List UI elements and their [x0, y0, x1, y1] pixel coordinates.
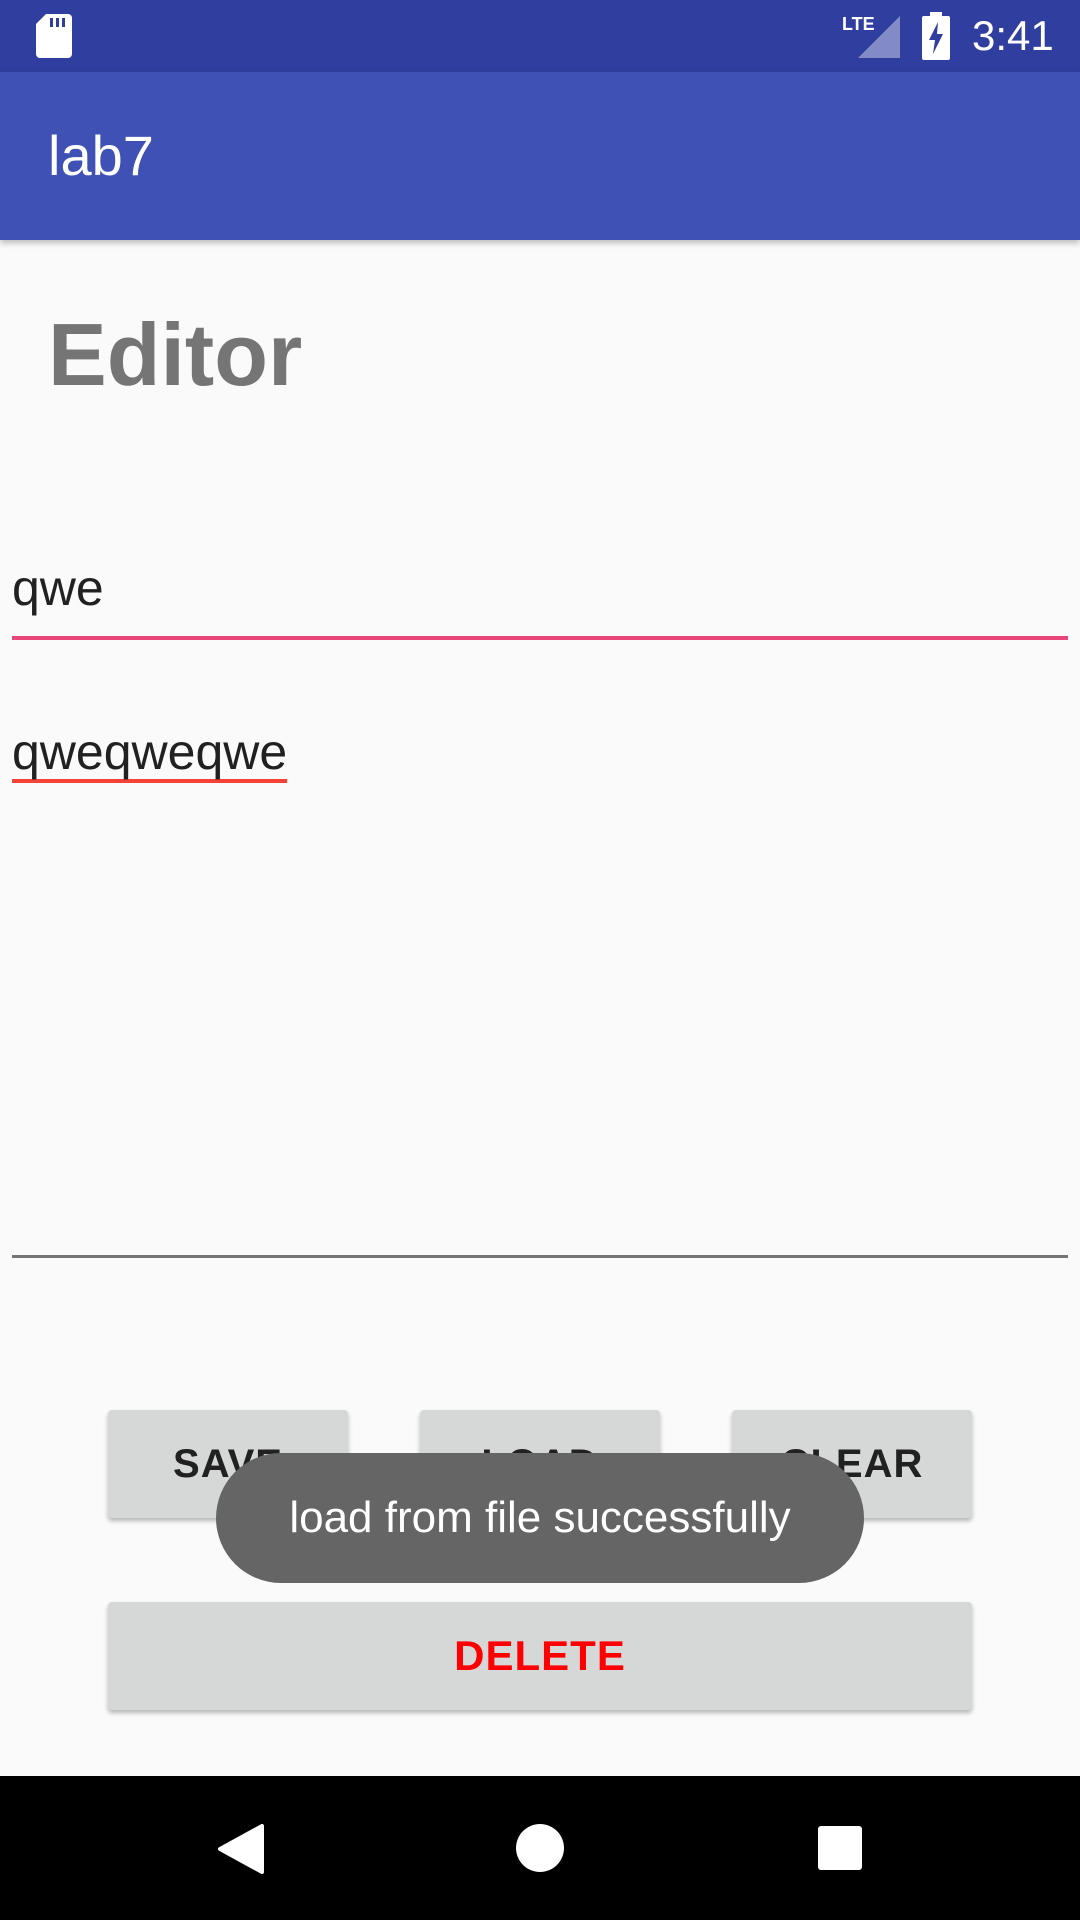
lte-signal-icon: LTE — [842, 14, 900, 58]
delete-button[interactable]: DELETE — [108, 1602, 972, 1710]
body-textarea-value: qweqweqwe — [12, 724, 288, 780]
page-heading: Editor — [48, 305, 303, 404]
recents-icon[interactable] — [818, 1826, 862, 1870]
title-input-value: qwe — [12, 560, 104, 616]
app-title: lab7 — [48, 124, 154, 187]
back-icon[interactable] — [216, 1824, 264, 1874]
status-bar: LTE 3:41 — [0, 0, 1080, 72]
status-time: 3:41 — [972, 12, 1054, 59]
sd-card-icon — [36, 14, 72, 58]
battery-charging-icon — [922, 12, 950, 60]
toast-message: load from file successfully — [216, 1453, 864, 1583]
svg-text:LTE: LTE — [842, 14, 875, 34]
body-textarea[interactable]: qweqweqwe — [12, 712, 1068, 1258]
app-bar: lab7 — [0, 72, 1080, 240]
home-icon[interactable] — [516, 1824, 564, 1872]
title-input[interactable]: qwe — [12, 548, 1068, 640]
